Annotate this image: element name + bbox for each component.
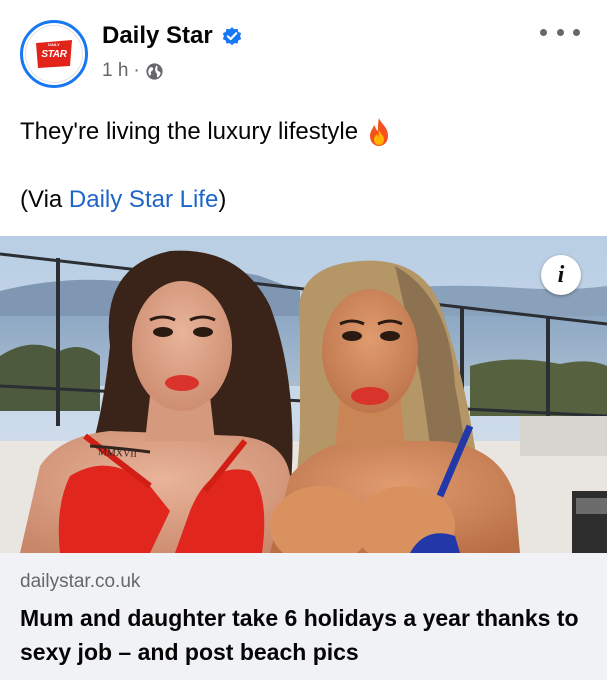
- daily-star-life-link[interactable]: Daily Star Life: [69, 186, 218, 213]
- tattoo-text: MMXVII: [97, 446, 138, 461]
- more-dot: [556, 28, 564, 36]
- daily-star-logo: DAILY STAR: [34, 39, 74, 69]
- page-name-row: Daily Star: [102, 22, 243, 50]
- info-icon[interactable]: i: [541, 255, 581, 295]
- post-meta: 1 h ·: [102, 60, 164, 82]
- page-name-link[interactable]: Daily Star: [102, 22, 213, 50]
- post-header: DAILY STAR Daily Star 1 h ·: [0, 0, 607, 100]
- post-text-line-2: (Via Daily Star Life): [20, 184, 590, 216]
- post-message: They're living the luxury lifestyle (Via…: [20, 116, 590, 216]
- via-prefix: (Via: [20, 186, 69, 213]
- avatar-frame: DAILY STAR: [25, 25, 83, 83]
- verified-badge-icon: [221, 25, 243, 47]
- link-domain: dailystar.co.uk: [20, 571, 141, 592]
- more-options-button[interactable]: [540, 22, 580, 42]
- more-dot: [540, 28, 547, 36]
- post-text-line-1: They're living the luxury lifestyle: [20, 116, 590, 148]
- post-timestamp[interactable]: 1 h: [102, 60, 128, 82]
- post-text-main: They're living the luxury lifestyle: [20, 118, 359, 145]
- via-suffix: ): [218, 186, 227, 213]
- fire-emoji-icon: [366, 117, 392, 147]
- globe-icon[interactable]: [145, 62, 164, 81]
- post-image[interactable]: MMXVII: [0, 236, 607, 553]
- link-headline[interactable]: Mum and daughter take 6 holidays a year …: [20, 601, 590, 669]
- link-preview-card[interactable]: dailystar.co.uk Mum and daughter take 6 …: [0, 553, 607, 680]
- meta-separator: ·: [133, 60, 140, 81]
- page-avatar[interactable]: DAILY STAR: [20, 20, 88, 88]
- more-dot: [573, 28, 580, 36]
